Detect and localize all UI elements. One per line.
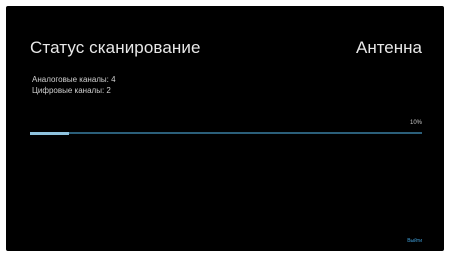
progress-percent: 10% (409, 120, 422, 126)
signal-source-label: Антенна (355, 38, 422, 57)
exit-button[interactable]: Выйти (407, 238, 422, 244)
scan-status-screen: Статус сканирование Антенна Аналоговые к… (6, 6, 444, 251)
analog-channels-count: Аналоговые каналы: 4 (32, 75, 116, 84)
digital-channels-count: Цифровые каналы: 2 (32, 86, 111, 95)
channel-counts: Аналоговые каналы: 4 Цифровые каналы: 2 (32, 74, 116, 96)
scan-progress-bar (30, 131, 422, 135)
page-title: Статус сканирование (30, 38, 201, 57)
scan-progress-fill (30, 131, 70, 135)
